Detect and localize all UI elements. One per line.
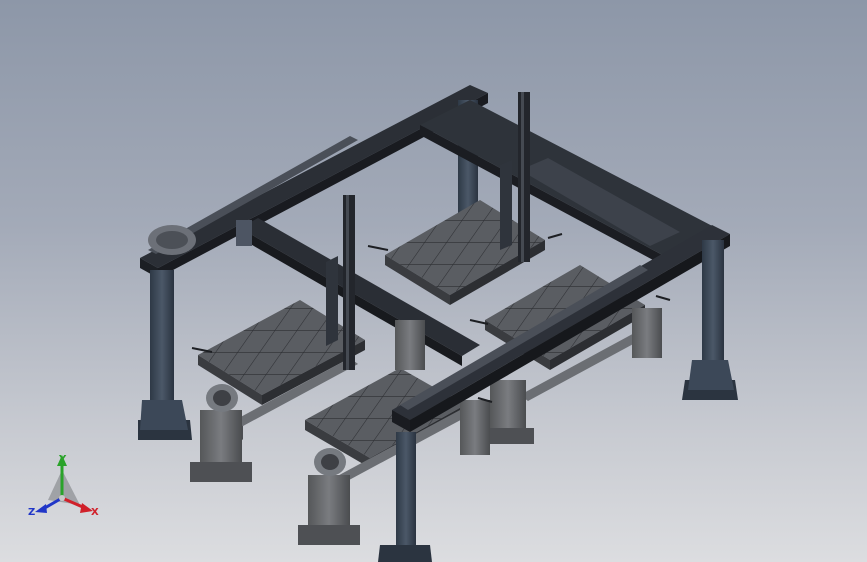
triad-x-label: X <box>91 507 99 518</box>
graphics-viewport[interactable]: Y X Z <box>0 0 867 562</box>
triad-y-label: Y <box>58 454 67 465</box>
triad-z-label: Z <box>28 507 35 518</box>
coordinate-triad: Y X Z <box>28 454 99 518</box>
